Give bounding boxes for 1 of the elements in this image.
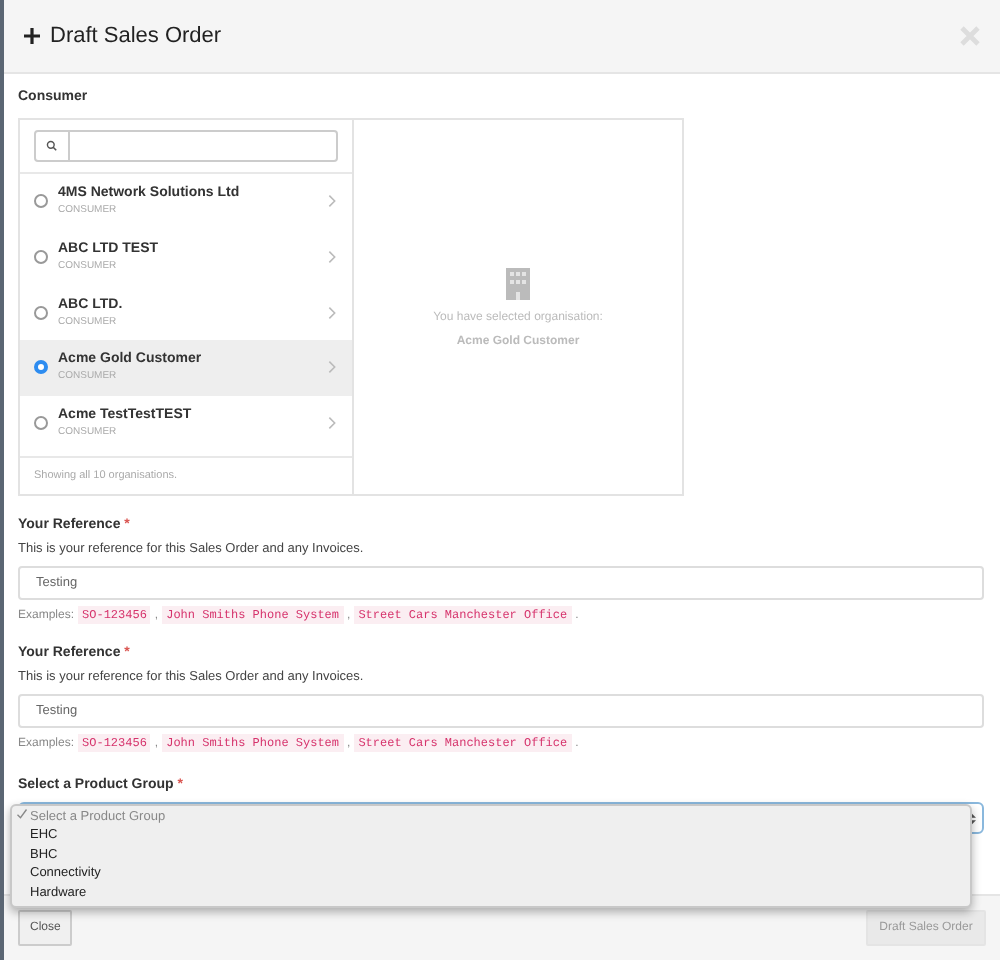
window-title: Draft Sales Order (50, 24, 222, 48)
